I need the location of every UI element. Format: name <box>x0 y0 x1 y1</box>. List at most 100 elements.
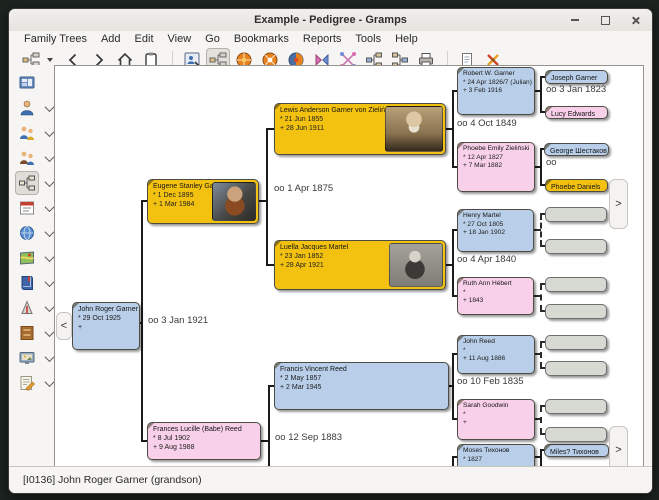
sidebar-item-people[interactable] <box>11 96 55 120</box>
person-name: Joseph Garner <box>551 75 598 82</box>
person-box-lucy-edwards[interactable]: Lucy Edwards <box>545 106 608 119</box>
pedigree-expand-right-button[interactable]: > <box>609 426 628 468</box>
unknown-person-box[interactable] <box>545 277 607 292</box>
person-box-miles-tikhonov[interactable]: Miles? Тихонов <box>544 444 609 457</box>
person-box-robert-w-garner[interactable]: Robert W. Garner * 24 Apr 1826/7 (Julian… <box>457 67 535 115</box>
person-box-luella-jacques-martel[interactable]: Luella Jacques Martel * 23 Jan 1852 + 28… <box>274 240 446 290</box>
unknown-person-box[interactable] <box>545 399 607 414</box>
close-button[interactable] <box>628 13 642 27</box>
pedigree-nav-left-button[interactable]: < <box>56 312 72 340</box>
sidebar-item-citations[interactable] <box>11 296 55 320</box>
expander-corner-icon <box>458 400 464 406</box>
menu-view[interactable]: View <box>161 33 199 45</box>
connector-line <box>535 166 541 168</box>
menu-add[interactable]: Add <box>94 33 128 45</box>
person-box-eugene-stanley-garner[interactable]: Eugene Stanley Garner * 1 Dec 1895 + 1 M… <box>147 179 259 224</box>
marriage-label: oo 3 Jan 1823 <box>546 84 607 95</box>
expander-corner-icon <box>148 180 154 186</box>
menu-tools[interactable]: Tools <box>348 33 388 45</box>
connector-line <box>540 77 542 112</box>
menu-help[interactable]: Help <box>388 33 425 45</box>
sidebar-item-events[interactable] <box>11 196 55 220</box>
expander-corner-icon <box>275 104 281 110</box>
chevron-down-icon[interactable] <box>44 126 55 137</box>
person-box-lewis-anderson-garner[interactable]: Lewis Anderson Garner von Zieliński Sr *… <box>274 103 446 155</box>
menu-reports[interactable]: Reports <box>296 33 349 45</box>
expander-corner-icon <box>458 210 464 216</box>
person-box-joseph-garner[interactable]: Joseph Garner <box>545 70 608 84</box>
marriage-label: oo 12 Sep 1883 <box>275 432 343 443</box>
statusbar: [I0136] John Roger Garner (grandson) <box>9 466 652 493</box>
person-box-ruth-ann-hebert[interactable]: Ruth Ann Hébert * + 1843 <box>457 277 534 315</box>
unknown-person-box[interactable] <box>545 335 607 350</box>
chevron-down-icon[interactable] <box>44 251 55 262</box>
charts-pedigree-icon <box>19 175 35 191</box>
person-birth: * 1827 <box>463 455 483 463</box>
connector-line-dashed <box>540 284 542 311</box>
connector-line-dashed <box>535 353 541 355</box>
marriage-label: oo 3 Jan 1921 <box>148 315 209 326</box>
minimize-button[interactable] <box>568 13 582 27</box>
chevron-down-icon[interactable] <box>44 176 55 187</box>
minimize-icon <box>571 19 579 21</box>
chevron-down-icon[interactable] <box>44 276 55 287</box>
sidebar-item-dashboard[interactable] <box>11 71 39 95</box>
connector-line <box>449 385 453 387</box>
connector-line-dashed <box>535 418 541 420</box>
chevron-down-icon[interactable] <box>44 301 55 312</box>
person-box-henry-martel[interactable]: Henry Martel * 27 Oct 1805 + 18 Jan 1902 <box>457 209 534 252</box>
unknown-person-box[interactable] <box>545 427 607 442</box>
titlebar[interactable]: Example - Pedigree - Gramps <box>9 9 652 32</box>
sidebar-item-places[interactable] <box>11 221 55 245</box>
person-box-george-shestakov[interactable]: George Шестаков <box>544 143 609 156</box>
sidebar-item-charts[interactable] <box>11 171 55 195</box>
menu-edit[interactable]: Edit <box>128 33 161 45</box>
person-birth: * 2 May 1857 <box>280 375 322 382</box>
menu-bookmarks[interactable]: Bookmarks <box>227 33 296 45</box>
sidebar-item-geography[interactable] <box>11 246 55 270</box>
connector-line <box>259 200 267 202</box>
category-sidebar <box>11 65 55 467</box>
person-photo <box>385 106 443 152</box>
window-controls <box>568 9 642 31</box>
pedigree-expand-right-button[interactable]: > <box>609 179 628 229</box>
unknown-person-box[interactable] <box>545 239 607 254</box>
unknown-person-box[interactable] <box>545 207 607 222</box>
sidebar-item-families[interactable] <box>11 146 55 170</box>
person-box-phoebe-daniels[interactable]: Phoebe Daniels <box>545 179 608 192</box>
chevron-down-icon[interactable] <box>44 101 55 112</box>
chevron-down-icon[interactable] <box>44 326 55 337</box>
sidebar-item-notes[interactable] <box>11 371 55 395</box>
person-death: + 3 Feb 1916 <box>463 87 503 95</box>
sidebar-item-relationships[interactable] <box>11 121 55 145</box>
person-birth: * 12 Apr 1827 <box>463 153 503 161</box>
person-box-john-roger-garner[interactable]: John Roger Garner * 29 Oct 1925 + <box>72 302 140 350</box>
chevron-down-icon[interactable] <box>44 201 55 212</box>
menu-go[interactable]: Go <box>198 33 227 45</box>
sidebar-item-sources[interactable] <box>11 271 55 295</box>
families-icon <box>20 151 34 165</box>
person-name: John Reed <box>463 338 495 345</box>
person-box-francis-vincent-reed[interactable]: Francis Vincent Reed * 2 May 1857 + 2 Ma… <box>274 362 449 410</box>
connector-line <box>446 128 453 130</box>
chevron-down-icon[interactable] <box>44 151 55 162</box>
sidebar-item-repositories[interactable] <box>11 321 55 345</box>
chevron-down-icon[interactable] <box>44 376 55 387</box>
person-box-frances-lucille-reed[interactable]: Frances Lucille (Babe) Reed * 8 Jul 1902… <box>147 422 261 460</box>
person-birth: * 24 Apr 1826/7 (Julian) <box>463 78 532 86</box>
maximize-button[interactable] <box>598 13 612 27</box>
pedigree-canvas[interactable]: John Roger Garner * 29 Oct 1925 + < Euge… <box>54 65 644 469</box>
unknown-person-box[interactable] <box>545 304 607 319</box>
menu-family-trees[interactable]: Family Trees <box>17 33 94 45</box>
person-name: Phoebe Emily Zieliński <box>463 145 530 152</box>
person-box-john-reed[interactable]: John Reed * + 11 Aug 1886 <box>457 335 535 374</box>
sidebar-item-media[interactable] <box>11 346 55 370</box>
unknown-person-box[interactable] <box>545 361 607 376</box>
person-photo <box>212 182 256 221</box>
connector-line <box>535 90 541 92</box>
person-box-sarah-goodwin[interactable]: Sarah Goodwin * + <box>457 399 535 440</box>
person-death: + 2 Mar 1945 <box>280 384 322 391</box>
person-box-phoebe-emily-zielinski[interactable]: Phoebe Emily Zieliński * 12 Apr 1827 + 7… <box>457 142 535 192</box>
chevron-down-icon[interactable] <box>44 351 55 362</box>
chevron-down-icon[interactable] <box>44 226 55 237</box>
